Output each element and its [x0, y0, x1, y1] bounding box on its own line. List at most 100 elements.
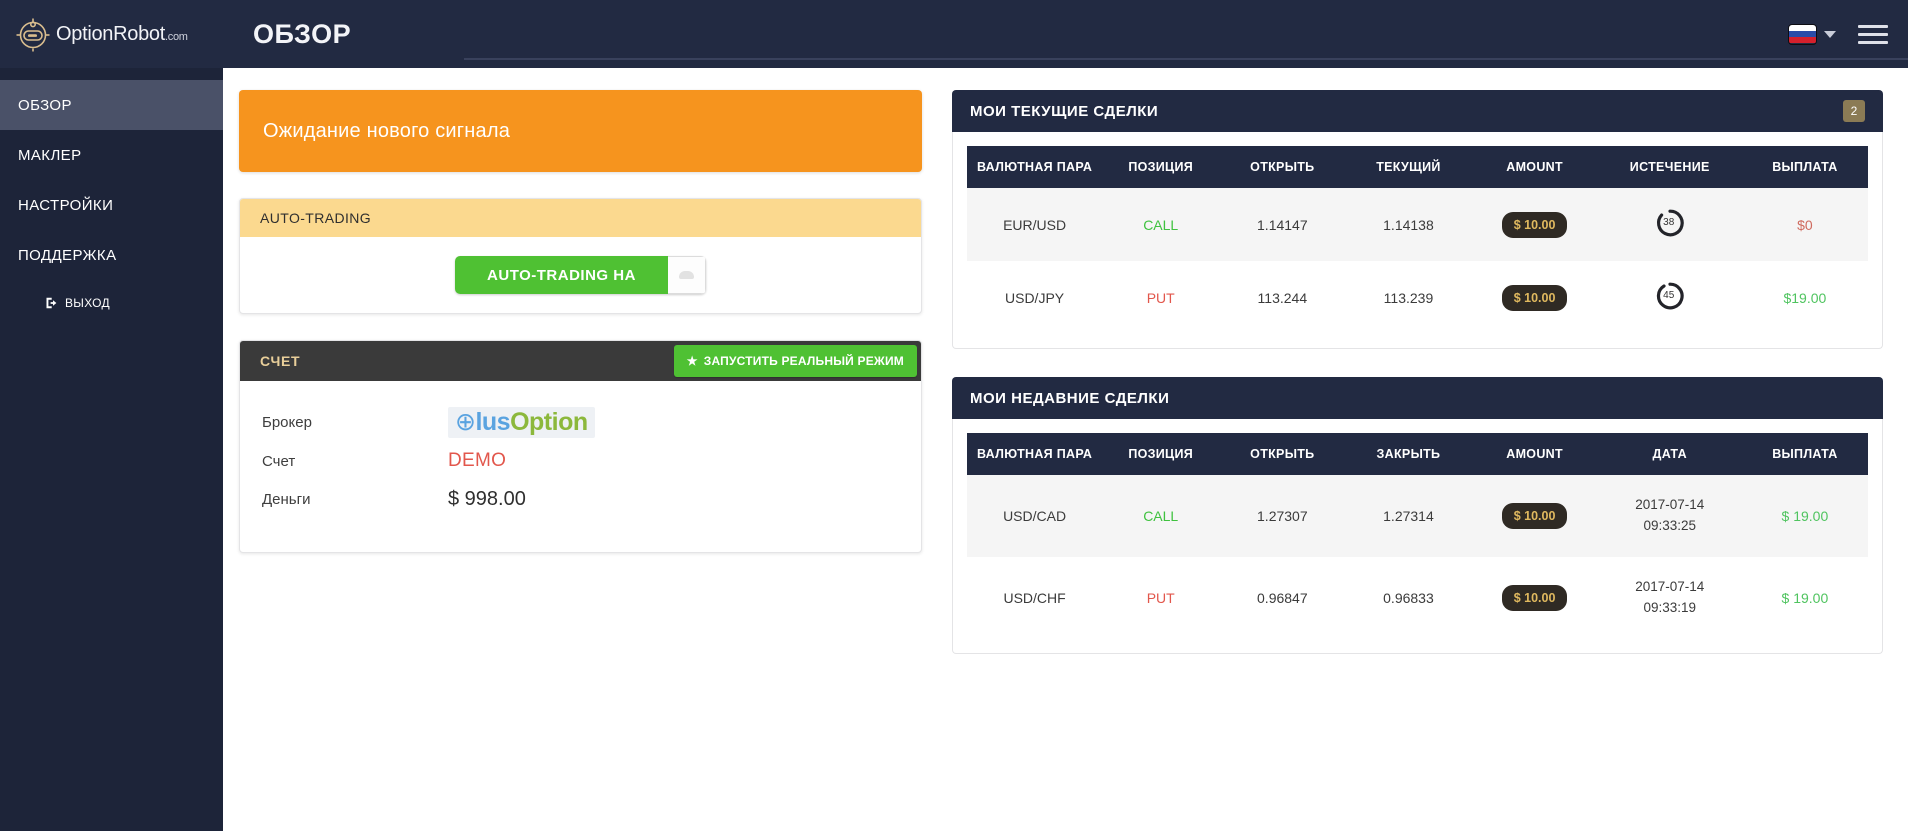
sidebar-item-label: ОБЗОР	[18, 96, 72, 114]
sidebar-item-settings[interactable]: НАСТРОЙКИ	[0, 180, 223, 230]
col-open: ОТКРЫТЬ	[1219, 433, 1346, 475]
language-selector[interactable]	[1788, 23, 1836, 45]
col-date: ДАТА	[1597, 433, 1742, 475]
cell-payout: $0	[1741, 188, 1868, 261]
start-real-mode-button[interactable]: ★ ЗАПУСТИТЬ РЕАЛЬНЫЙ РЕЖИМ	[673, 345, 917, 377]
sidebar-item-broker[interactable]: МАКЛЕР	[0, 130, 223, 180]
broker-logo-option: Option	[510, 408, 588, 436]
account-panel-body: Брокер ⊕ lus Option Счет DEMO Деньги $ 998…	[240, 381, 921, 552]
logout-button[interactable]: ВЫХОД	[0, 296, 223, 310]
col-open: ОТКРЫТЬ	[1219, 146, 1346, 188]
amount-badge: $ 10.00	[1501, 502, 1568, 529]
account-panel-header: СЧЕТ ★ ЗАПУСТИТЬ РЕАЛЬНЫЙ РЕЖИМ	[240, 341, 921, 381]
account-type-value: DEMO	[448, 450, 507, 471]
brand-suffix: .com	[165, 30, 188, 43]
auto-trading-panel-body: AUTO-TRADING НА	[240, 237, 921, 313]
current-trades-title: МОИ ТЕКУЩИЕ СДЕЛКИ	[970, 102, 1159, 120]
col-current: ТЕКУЩИЙ	[1345, 146, 1472, 188]
balance-label: Деньги	[262, 490, 311, 508]
cell-amount: $ 10.00	[1471, 475, 1598, 557]
signal-banner: Ожидание нового сигнала	[239, 90, 922, 172]
cell-date: 2017-07-14 09:33:19	[1598, 557, 1742, 639]
amount-badge: $ 10.00	[1501, 211, 1568, 238]
trade-time: 09:33:19	[1643, 599, 1696, 615]
cell-open: 0.96847	[1257, 589, 1308, 606]
cell-pair: USD/CHF	[1003, 589, 1066, 606]
auto-trading-toggle-label[interactable]: AUTO-TRADING НА	[455, 256, 668, 294]
sidebar: OptionRobot.com ОБЗОР МАКЛЕР НАСТРОЙКИ П…	[0, 0, 223, 831]
sidebar-item-support[interactable]: ПОДДЕРЖКА	[0, 230, 223, 280]
logout-label: ВЫХОД	[65, 296, 110, 310]
start-real-mode-label: ЗАПУСТИТЬ РЕАЛЬНЫЙ РЕЖИМ	[703, 354, 904, 368]
cell-payout: $19.00	[1783, 289, 1827, 306]
main-region: ОБЗОР Ожидание нового сигнала AUTO-TRADI…	[223, 0, 1908, 831]
table-row[interactable]: USD/CAD CALL 1.27307 1.27314 $ 10.00 201…	[967, 475, 1868, 557]
toggle-knob-dot	[678, 271, 694, 279]
table-row[interactable]: USD/CHF PUT 0.96847 0.96833 $ 10.00 2017…	[967, 557, 1868, 639]
cell-payout: $ 19.00	[1781, 589, 1829, 606]
chevron-down-icon	[1824, 30, 1836, 38]
current-trades-body: ВАЛЮТНАЯ ПАРА ПОЗИЦИЯ ОТКРЫТЬ ТЕКУЩИЙ AM…	[952, 132, 1883, 349]
cell-open: 1.27307	[1219, 475, 1346, 557]
col-pair: ВАЛЮТНАЯ ПАРА	[967, 146, 1103, 188]
recent-trades-body: ВАЛЮТНАЯ ПАРА ПОЗИЦИЯ ОТКРЫТЬ ЗАКРЫТЬ AM…	[952, 419, 1883, 654]
broker-logo: ⊕ lus Option	[448, 407, 595, 438]
cell-close: 0.96833	[1383, 589, 1434, 606]
broker-logo-plus: lus	[475, 408, 511, 436]
cell-amount: $ 10.00	[1471, 188, 1598, 261]
cell-pair: USD/CAD	[967, 475, 1103, 557]
current-trades-panel: МОИ ТЕКУЩИЕ СДЕЛКИ 2 ВАЛЮТНАЯ ПАРА ПОЗИЦ…	[952, 90, 1883, 349]
countdown-timer-icon: 38	[1655, 208, 1685, 238]
content-area: Ожидание нового сигнала AUTO-TRADING AUT…	[223, 68, 1908, 831]
sidebar-item-label: НАСТРОЙКИ	[18, 196, 114, 214]
broker-logo-mark: ⊕	[455, 408, 476, 436]
cell-open: 113.244	[1257, 289, 1308, 306]
table-row[interactable]: USD/JPY PUT 113.244 113.239 $ 10.00 45 $…	[967, 261, 1868, 334]
col-expiry: ИСТЕЧЕНИЕ	[1597, 146, 1742, 188]
cell-expiry: 38	[1597, 188, 1742, 261]
recent-trades-table: ВАЛЮТНАЯ ПАРА ПОЗИЦИЯ ОТКРЫТЬ ЗАКРЫТЬ AM…	[967, 433, 1868, 639]
sidebar-item-label: ПОДДЕРЖКА	[18, 246, 117, 264]
hamburger-menu-button[interactable]	[1858, 20, 1888, 49]
logout-icon	[45, 296, 59, 310]
current-trades-count-badge: 2	[1843, 100, 1865, 122]
amount-badge: $ 10.00	[1501, 284, 1568, 311]
auto-trading-toggle-knob[interactable]	[667, 256, 706, 294]
robot-logo-icon	[14, 15, 52, 53]
cell-current: 113.239	[1383, 289, 1434, 306]
account-panel: СЧЕТ ★ ЗАПУСТИТЬ РЕАЛЬНЫЙ РЕЖИМ Брокер ⊕…	[239, 340, 922, 553]
sidebar-item-overview[interactable]: ОБЗОР	[0, 80, 223, 130]
col-payout: ВЫПЛАТА	[1741, 146, 1868, 188]
cell-pair: EUR/USD	[967, 188, 1103, 261]
top-bar: ОБЗОР	[223, 0, 1908, 68]
cell-close: 1.27314	[1345, 475, 1472, 557]
col-pair: ВАЛЮТНАЯ ПАРА	[967, 433, 1103, 475]
table-header-row: ВАЛЮТНАЯ ПАРА ПОЗИЦИЯ ОТКРЫТЬ ЗАКРЫТЬ AM…	[967, 433, 1868, 475]
broker-label: Брокер	[262, 414, 312, 431]
app-root: OptionRobot.com ОБЗОР МАКЛЕР НАСТРОЙКИ П…	[0, 0, 1908, 831]
account-row-type: Счет DEMO	[240, 442, 921, 480]
right-column: МОИ ТЕКУЩИЕ СДЕЛКИ 2 ВАЛЮТНАЯ ПАРА ПОЗИЦ…	[952, 90, 1883, 682]
cell-amount: $ 10.00	[1472, 557, 1598, 639]
cell-position: CALL	[1102, 475, 1220, 557]
left-column: Ожидание нового сигнала AUTO-TRADING AUT…	[239, 90, 922, 553]
brand-logo[interactable]: OptionRobot.com	[0, 0, 223, 68]
col-payout: ВЫПЛАТА	[1741, 433, 1868, 475]
cell-position: PUT	[1146, 289, 1175, 306]
table-header-row: ВАЛЮТНАЯ ПАРА ПОЗИЦИЯ ОТКРЫТЬ ТЕКУЩИЙ AM…	[967, 146, 1868, 188]
auto-trading-title: AUTO-TRADING	[260, 210, 372, 226]
cell-amount: $ 10.00	[1472, 261, 1598, 334]
account-title: СЧЕТ	[260, 353, 301, 369]
sidebar-item-label: МАКЛЕР	[18, 146, 82, 164]
current-trades-header: МОИ ТЕКУЩИЕ СДЕЛКИ 2	[952, 90, 1883, 132]
countdown-value: 38	[1663, 217, 1675, 228]
col-amount: AMOUNT	[1471, 146, 1598, 188]
auto-trading-toggle[interactable]: AUTO-TRADING НА	[455, 256, 706, 294]
col-position: ПОЗИЦИЯ	[1102, 433, 1220, 475]
countdown-timer-icon: 45	[1655, 281, 1685, 311]
table-row[interactable]: EUR/USD CALL 1.14147 1.14138 $ 10.00 38	[967, 188, 1868, 261]
trade-time: 09:33:25	[1643, 517, 1696, 533]
cell-position: CALL	[1102, 188, 1220, 261]
page-title: ОБЗОР	[253, 18, 352, 49]
account-row-broker: Брокер ⊕ lus Option	[240, 403, 921, 442]
